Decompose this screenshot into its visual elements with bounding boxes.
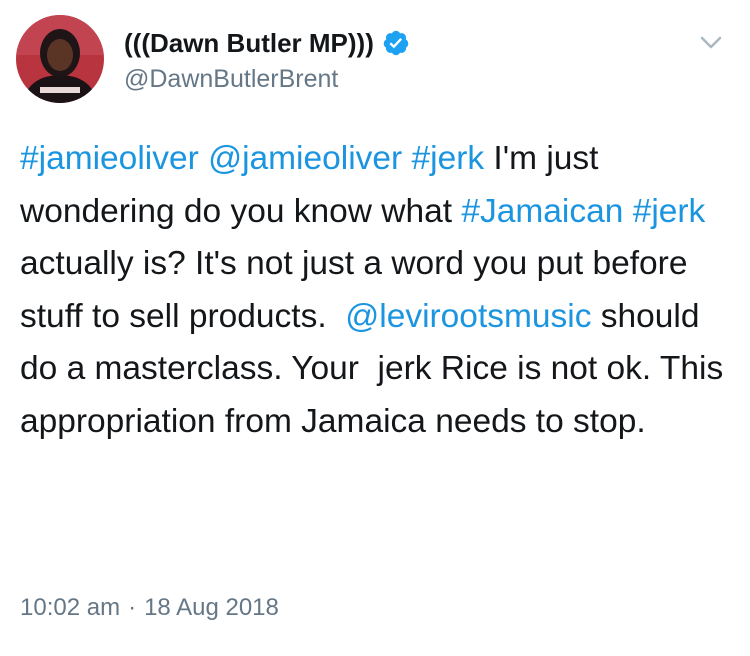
tweet-text-segment [623, 193, 632, 230]
hashtag-link[interactable]: #jamieoliver [20, 140, 199, 177]
mention-link[interactable]: @jamieoliver [208, 140, 402, 177]
author-display-name[interactable]: (((Dawn Butler MP))) [124, 28, 410, 58]
verified-badge-icon [382, 29, 410, 57]
tweet-time: 10:02 am [20, 594, 121, 621]
chevron-down-icon[interactable] [696, 28, 726, 58]
hashtag-link[interactable]: #Jamaican [461, 193, 623, 230]
avatar[interactable] [16, 15, 104, 103]
tweet-text: #jamieoliver @jamieoliver #jerk I'm just… [20, 133, 735, 448]
profile-photo-icon [16, 15, 104, 103]
tweet-text-segment [402, 140, 411, 177]
author-handle[interactable]: @DawnButlerBrent [124, 64, 338, 94]
mention-link[interactable]: @levirootsmusic [345, 298, 591, 335]
tweet-timestamp[interactable]: 10:02 am · 18 Aug 2018 [20, 593, 279, 623]
hashtag-link[interactable]: #jerk [633, 193, 706, 230]
tweet-date: 18 Aug 2018 [144, 594, 279, 621]
author-name-text: (((Dawn Butler MP))) [124, 28, 374, 58]
tweet-text-segment [199, 140, 208, 177]
timestamp-separator: · [128, 594, 137, 621]
tweet-card: (((Dawn Butler MP))) @DawnButlerBrent #j… [0, 0, 750, 656]
hashtag-link[interactable]: #jerk [412, 140, 485, 177]
